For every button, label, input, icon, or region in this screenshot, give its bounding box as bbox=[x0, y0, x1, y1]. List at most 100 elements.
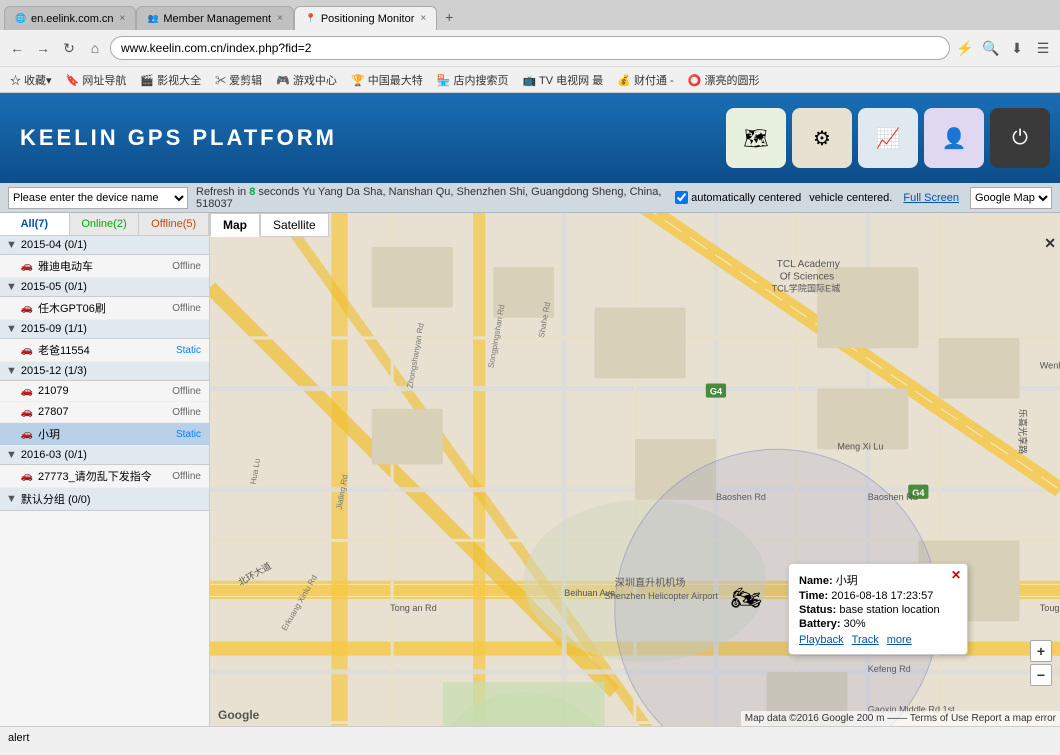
device-select[interactable]: Please enter the device name bbox=[8, 187, 188, 209]
popup-battery-label: Battery: bbox=[799, 618, 841, 630]
popup-close-button[interactable]: ✕ bbox=[951, 568, 961, 582]
map-area[interactable]: Map Satellite bbox=[210, 213, 1060, 726]
map-popup: ✕ Name: 小玥 Time: 2016-08-18 17:23:57 Sta… bbox=[788, 563, 968, 655]
lightning-btn[interactable]: ⚡ bbox=[954, 37, 976, 59]
bookmark-5[interactable]: 🏆 中国最大特 bbox=[347, 71, 427, 89]
new-tab-button[interactable]: + bbox=[439, 7, 459, 27]
popup-more-link[interactable]: more bbox=[887, 634, 912, 646]
map-close-button[interactable]: ✕ bbox=[1044, 235, 1056, 252]
popup-name-value: 小玥 bbox=[836, 575, 858, 587]
tab-offline[interactable]: Offline(5) bbox=[139, 213, 209, 235]
device-27807[interactable]: 🚗 27807 Offline bbox=[0, 402, 209, 423]
device-gpt06[interactable]: 🚗 任木GPT06刷 Offline bbox=[0, 297, 209, 320]
user-icon: 👤 bbox=[938, 122, 970, 154]
stats-icon-btn[interactable]: 📈 bbox=[858, 108, 918, 168]
svg-text:Tougui Rd: Tougui Rd bbox=[1040, 603, 1060, 613]
group-2016-03[interactable]: ▼ 2016-03 (0/1) bbox=[0, 446, 209, 465]
toolbar-info: Refresh in 8 seconds Yu Yang Da Sha, Nan… bbox=[196, 186, 667, 210]
popup-track-link[interactable]: Track bbox=[852, 634, 879, 646]
group-arrow-2015-05: ▼ bbox=[6, 281, 17, 293]
url-bar[interactable] bbox=[110, 36, 950, 60]
device-icon-1: 🚗 bbox=[20, 259, 34, 273]
map-provider-select[interactable]: Google Map bbox=[970, 187, 1052, 209]
map-tab-map[interactable]: Map bbox=[210, 213, 260, 237]
back-button[interactable]: ← bbox=[6, 37, 28, 59]
group-arrow-2015-04: ▼ bbox=[6, 239, 17, 251]
browser-tab-3[interactable]: 📍 Positioning Monitor × bbox=[294, 6, 437, 30]
forward-button[interactable]: → bbox=[32, 37, 54, 59]
browser-tab-2[interactable]: 👥 Member Management × bbox=[136, 6, 293, 30]
user-icon-btn[interactable]: 👤 bbox=[924, 108, 984, 168]
tab-2-close[interactable]: × bbox=[277, 13, 283, 24]
menu-btn[interactable]: ☰ bbox=[1032, 37, 1054, 59]
device-yadidianao[interactable]: 🚗 雅迪电动车 Offline bbox=[0, 255, 209, 278]
device-laoba[interactable]: 🚗 老爸11554 Static bbox=[0, 339, 209, 362]
popup-playback-link[interactable]: Playback bbox=[799, 634, 844, 646]
popup-status-label: Status: bbox=[799, 604, 836, 616]
device-icon-2: 🚗 bbox=[20, 301, 34, 315]
map-tabs: Map Satellite bbox=[210, 213, 329, 237]
group-arrow-default: ▼ bbox=[6, 493, 17, 505]
browser-tab-1[interactable]: 🌐 en.eelink.com.cn × bbox=[4, 6, 136, 30]
bookmark-6[interactable]: 🏪 店内搜索页 bbox=[433, 71, 513, 89]
device-xiaoyue[interactable]: 🚗 小玥 Static bbox=[0, 423, 209, 446]
download-btn[interactable]: ⬇ bbox=[1006, 37, 1028, 59]
bookmark-1[interactable]: 🔖 网址导航 bbox=[62, 71, 131, 89]
device-status-5: Offline bbox=[172, 407, 201, 418]
svg-text:🏍: 🏍 bbox=[731, 585, 762, 612]
settings-icon: ⚙ bbox=[806, 122, 838, 154]
auto-centered-input[interactable] bbox=[675, 191, 688, 204]
group-2015-12[interactable]: ▼ 2015-12 (1/3) bbox=[0, 362, 209, 381]
bookmark-9[interactable]: ⭕ 漂亮的圆形 bbox=[684, 71, 764, 89]
device-21079[interactable]: 🚗 21079 Offline bbox=[0, 381, 209, 402]
tab-bar: 🌐 en.eelink.com.cn × 👥 Member Management… bbox=[0, 0, 1060, 30]
svg-text:Beihuan Ave: Beihuan Ave bbox=[564, 588, 615, 598]
alert-bar: alert bbox=[0, 726, 1060, 748]
popup-battery-value: 30% bbox=[844, 618, 866, 630]
popup-time-value: 2016-08-18 17:23:57 bbox=[831, 590, 933, 602]
settings-icon-btn[interactable]: ⚙ bbox=[792, 108, 852, 168]
device-name-6: 小玥 bbox=[38, 426, 176, 442]
device-27773[interactable]: 🚗 27773_请勿乱下发指令 Offline bbox=[0, 465, 209, 488]
map-controls: + − bbox=[1030, 640, 1052, 686]
search-icon-btn[interactable]: 🔍 bbox=[980, 37, 1002, 59]
device-name-5: 27807 bbox=[38, 406, 172, 418]
auto-centered-checkbox[interactable]: automatically centered bbox=[675, 191, 801, 204]
svg-text:TCL学院国际E城: TCL学院国际E城 bbox=[772, 282, 841, 293]
bookmark-3[interactable]: ✂ 爱剪辑 bbox=[211, 71, 266, 89]
tab-3-close[interactable]: × bbox=[420, 13, 426, 24]
bookmark-2[interactable]: 🎬 影视大全 bbox=[136, 71, 205, 89]
device-name-2: 任木GPT06刷 bbox=[38, 300, 172, 316]
bookmark-favorites[interactable]: ☆ 收藏▾ bbox=[6, 71, 56, 89]
group-arrow-2015-09: ▼ bbox=[6, 323, 17, 335]
refresh-button[interactable]: ↻ bbox=[58, 37, 80, 59]
map-icon-btn[interactable]: 🗺 bbox=[726, 108, 786, 168]
bookmark-8[interactable]: 💰 财付通 - bbox=[613, 71, 677, 89]
group-arrow-2015-12: ▼ bbox=[6, 365, 17, 377]
power-icon-btn[interactable]: ⏻ bbox=[990, 108, 1050, 168]
map-tab-satellite[interactable]: Satellite bbox=[260, 213, 329, 237]
tab-1-close[interactable]: × bbox=[120, 13, 126, 24]
group-2015-09[interactable]: ▼ 2015-09 (1/1) bbox=[0, 320, 209, 339]
zoom-out-button[interactable]: − bbox=[1030, 664, 1052, 686]
tab-all[interactable]: All(7) bbox=[0, 213, 70, 235]
alert-label: alert bbox=[8, 732, 29, 744]
device-status-3: Static bbox=[176, 345, 201, 356]
full-screen-button[interactable]: Full Screen bbox=[900, 192, 962, 204]
bookmark-4[interactable]: 🎮 游戏中心 bbox=[272, 71, 341, 89]
device-name-4: 21079 bbox=[38, 385, 172, 397]
device-status-7: Offline bbox=[172, 471, 201, 482]
bookmark-7[interactable]: 📺 TV 电视网 最 bbox=[518, 71, 607, 89]
group-2015-04[interactable]: ▼ 2015-04 (0/1) bbox=[0, 236, 209, 255]
home-button[interactable]: ⌂ bbox=[84, 37, 106, 59]
device-name-7: 27773_请勿乱下发指令 bbox=[38, 468, 172, 484]
tab-2-icon: 👥 bbox=[147, 13, 159, 25]
tab-1-icon: 🌐 bbox=[15, 13, 27, 25]
sidebar: All(7) Online(2) Offline(5) ▼ 2015-04 (0… bbox=[0, 213, 210, 726]
group-default[interactable]: ▼ 默认分组 (0/0) bbox=[0, 488, 209, 511]
sidebar-tabs: All(7) Online(2) Offline(5) bbox=[0, 213, 209, 236]
zoom-in-button[interactable]: + bbox=[1030, 640, 1052, 662]
popup-links: Playback Track more bbox=[799, 634, 957, 646]
group-2015-05[interactable]: ▼ 2015-05 (0/1) bbox=[0, 278, 209, 297]
tab-online[interactable]: Online(2) bbox=[70, 213, 140, 235]
